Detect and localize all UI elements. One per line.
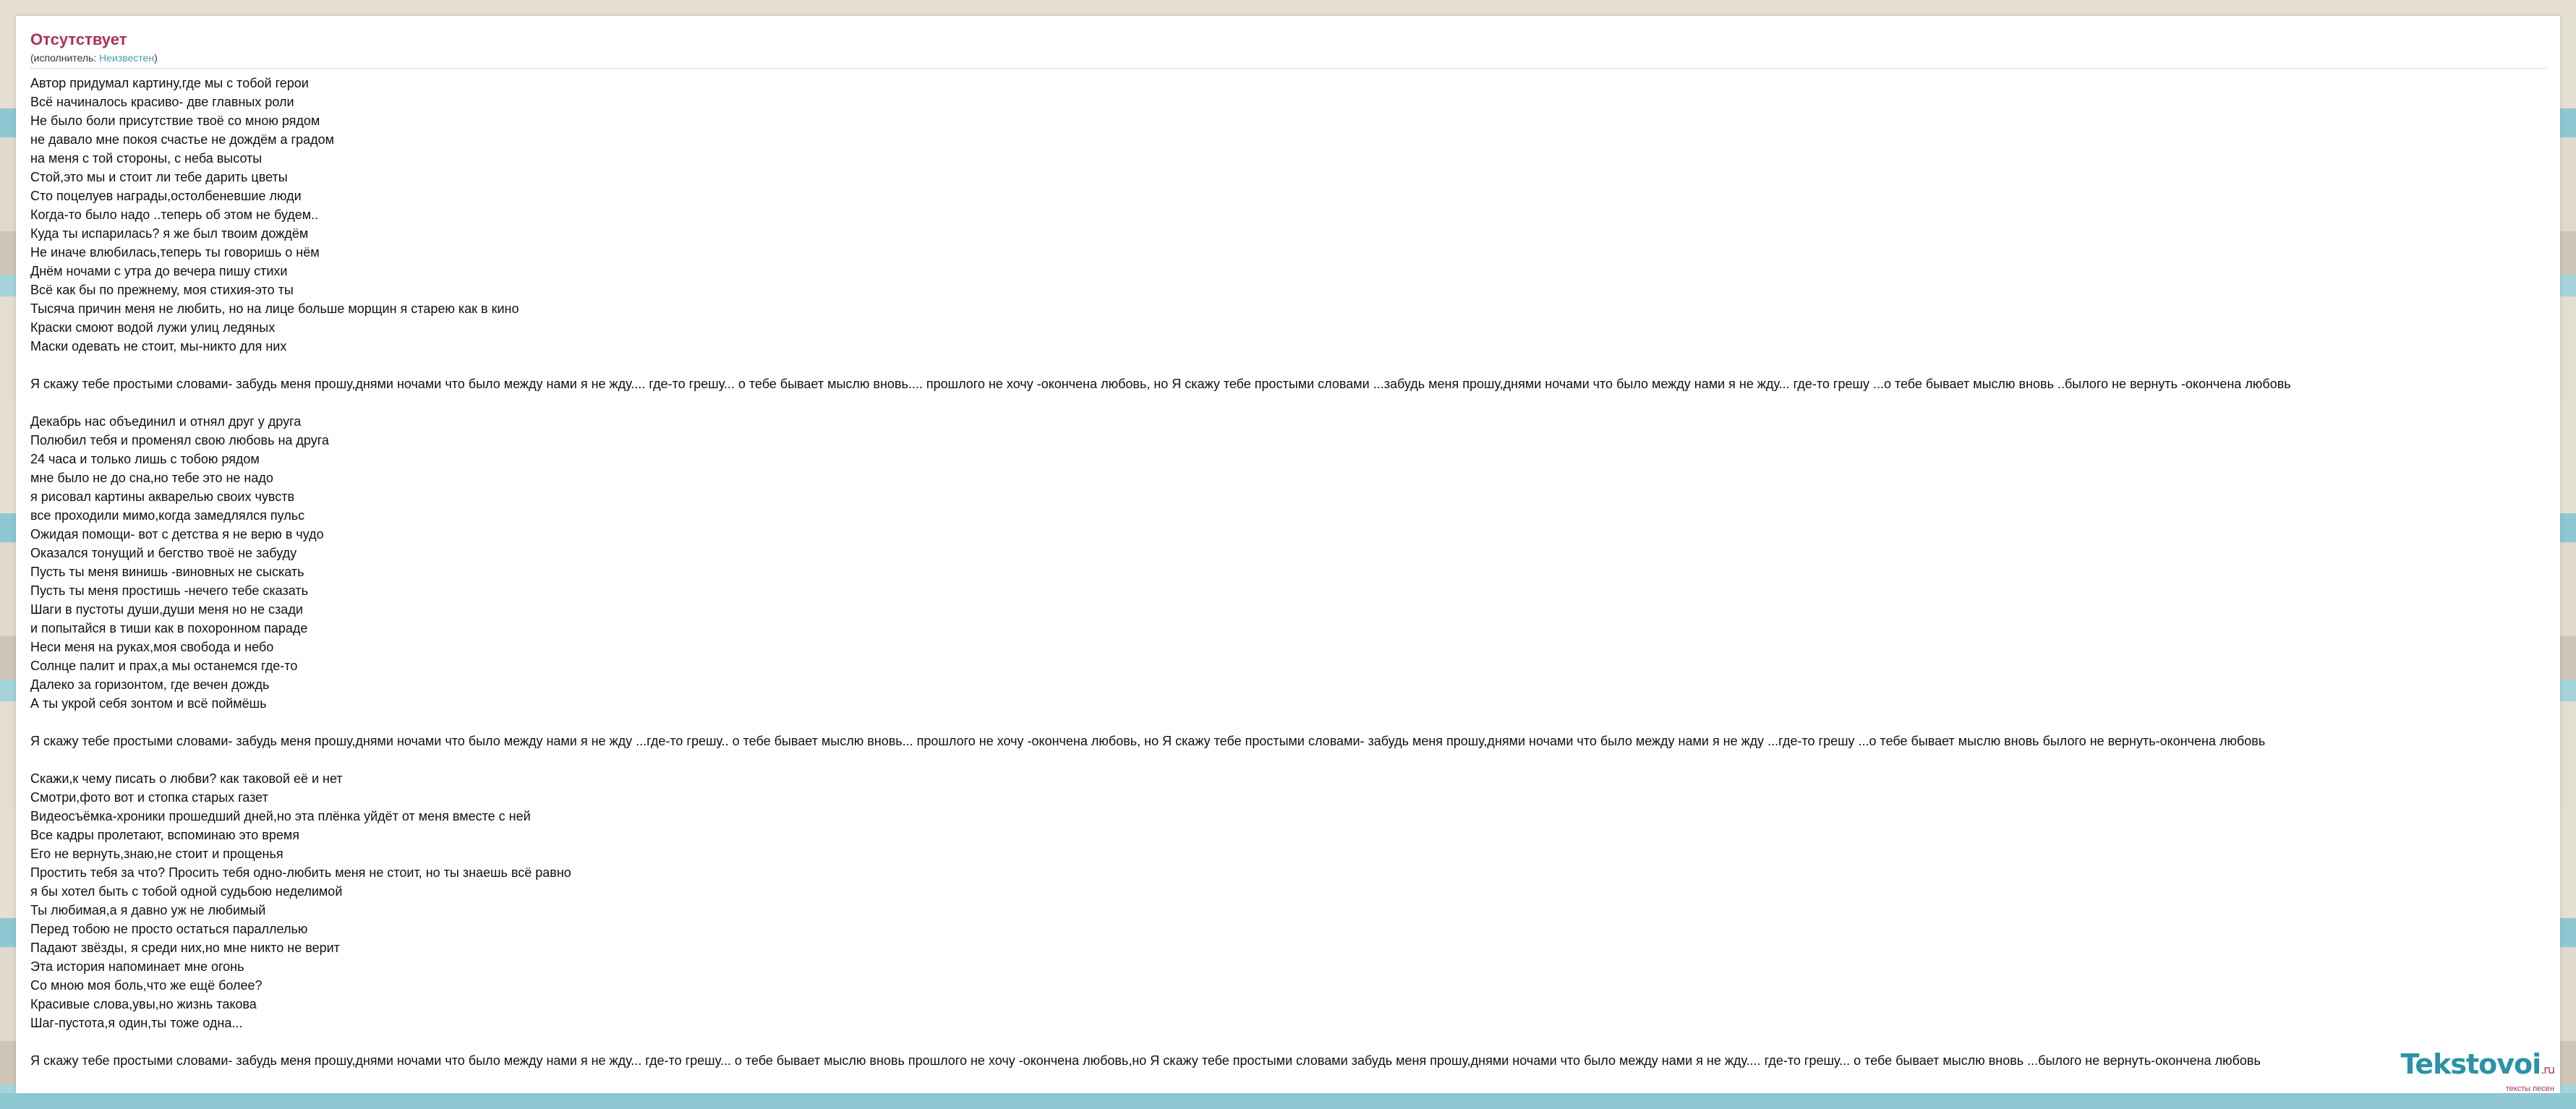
lyric-line: не давало мне покоя счастье не дождём а … [30, 132, 334, 147]
lyric-line: Неси меня на руках,моя свобода и небо [30, 640, 274, 654]
lyric-line: Всё начиналось красиво- две главных роли [30, 95, 294, 109]
lyric-line: Краски смоют водой лужи улиц ледяных [30, 320, 276, 335]
lyric-line: Шаги в пустоты души,души меня но не сзад… [30, 602, 303, 617]
lyric-line: Его не вернуть,знаю,не стоит и прощенья [30, 847, 283, 861]
lyric-line: А ты укрой себя зонтом и всё поймёшь [30, 696, 267, 711]
lyric-line: все проходили мимо,когда замедлялся пуль… [30, 508, 305, 523]
lyric-line: Падают звёзды, я среди них,но мне никто … [30, 941, 340, 955]
artist-prefix: (исполнитель: [30, 52, 100, 64]
lyric-line: и попытайся в тиши как в похоронном пара… [30, 621, 308, 635]
lyric-line: Пусть ты меня винишь -виновных не сыскат… [30, 565, 304, 579]
logo-main-text: Tekstovoi [2400, 1048, 2541, 1080]
stanza-gap [30, 750, 2560, 769]
logo-wordmark: Tekstovoi.ru [2400, 1048, 2555, 1084]
site-logo[interactable]: Tekstovoi.ru тексты песен [2400, 1048, 2555, 1093]
song-header: Отсутствует (исполнитель: Неизвестен) [30, 29, 2546, 69]
lyric-line: Видеосъёмка-хроники прошедший дней,но эт… [30, 809, 531, 823]
logo-tld: .ru [2541, 1063, 2555, 1076]
lyric-line: Днём ночами с утра до вечера пишу стихи [30, 264, 288, 278]
lyric-line: Тысяча причин меня не любить, но на лице… [30, 301, 519, 316]
lyrics-text: Автор придумал картину,где мы с тобой ге… [30, 74, 2560, 1070]
stanza-gap [30, 393, 2560, 412]
lyric-line: Перед тобою не просто остаться параллель… [30, 922, 308, 936]
lyric-line: Оказался тонущий и бегство твоё не забуд… [30, 546, 297, 560]
lyric-line: Со мною моя боль,что же ещё более? [30, 978, 263, 993]
lyric-line: Маски одевать не стоит, мы-никто для них [30, 339, 287, 354]
lyric-line: Солнце палит и прах,а мы останемся где-т… [30, 659, 298, 673]
lyric-line: Всё как бы по прежнему, моя стихия-это т… [30, 283, 294, 297]
lyric-line: на меня с той стороны, с неба высоты [30, 151, 263, 166]
lyric-line: Ожидая помощи- вот с детства я не верю в… [30, 527, 324, 541]
lyric-line: Автор придумал картину,где мы с тобой ге… [30, 76, 309, 90]
lyric-line: Не было боли присутствие твоё со мною ря… [30, 114, 320, 128]
lyric-line: Шаг-пустота,я один,ты тоже одна... [30, 1016, 243, 1030]
lyric-line: мне было не до сна,но тебе это не надо [30, 471, 273, 485]
stanza-gap [30, 713, 2560, 732]
lyric-line: Куда ты испарилась? я же был твоим дождё… [30, 226, 309, 241]
lyrics-page: Отсутствует (исполнитель: Неизвестен) Ав… [16, 16, 2560, 1093]
lyric-line: Сто поцелуев награды,остолбеневшие люди [30, 189, 302, 203]
lyric-line: Стой,это мы и стоит ли тебе дарить цветы [30, 170, 288, 184]
lyric-line: Пусть ты меня простишь -нечего тебе сказ… [30, 583, 308, 598]
stanza-gap [30, 1032, 2560, 1051]
stanza-gap [30, 356, 2560, 374]
lyric-line: Полюбил тебя и променял свою любовь на д… [30, 433, 329, 448]
song-title: Отсутствует [30, 30, 127, 48]
lyric-line: Не иначе влюбилась,теперь ты говоришь о … [30, 245, 320, 260]
lyric-line: Далеко за горизонтом, где вечен дождь [30, 677, 270, 692]
artist-line: (исполнитель: Неизвестен) [30, 51, 2546, 69]
lyric-line: Простить тебя за что? Просить тебя одно-… [30, 865, 571, 880]
artist-suffix: ) [154, 52, 158, 64]
logo-tagline: тексты песен [2505, 1084, 2554, 1093]
lyric-line: Скажи,к чему писать о любви? как таковой… [30, 771, 343, 786]
lyric-line: Я скажу тебе простыми словами- забудь ме… [30, 734, 2266, 748]
lyric-line: Ты любимая,а я давно уж не любимый [30, 903, 266, 917]
lyric-line: Декабрь нас объединил и отнял друг у дру… [30, 414, 302, 429]
artist-link[interactable]: Неизвестен [99, 52, 154, 64]
lyric-line: Я скажу тебе простыми словами- забудь ме… [30, 1053, 2261, 1068]
lyric-line: Когда-то было надо ..теперь об этом не б… [30, 207, 319, 222]
lyric-line: я рисовал картины акварелью своих чувств [30, 489, 295, 504]
lyric-line: 24 часа и только лишь с тобою рядом [30, 452, 260, 466]
lyric-line: я бы хотел быть с тобой одной судьбою не… [30, 884, 343, 899]
bottom-stripe [0, 1093, 2576, 1109]
lyric-line: Красивые слова,увы,но жизнь такова [30, 997, 257, 1011]
lyric-line: Все кадры пролетают, вспоминаю это время [30, 828, 299, 842]
lyric-line: Смотри,фото вот и стопка старых газет [30, 790, 268, 805]
lyric-line: Я скажу тебе простыми словами- забудь ме… [30, 377, 2291, 391]
lyric-line: Эта история напоминает мне огонь [30, 959, 244, 974]
